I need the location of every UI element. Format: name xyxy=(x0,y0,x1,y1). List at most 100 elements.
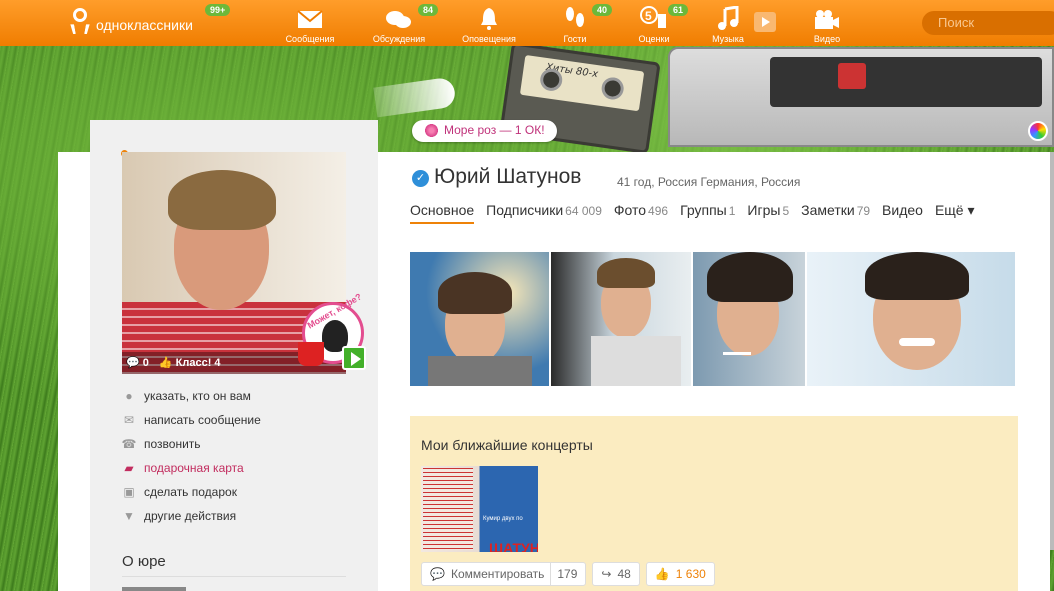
tab-count: 1 xyxy=(728,204,736,218)
tab-label: Основное xyxy=(410,202,475,218)
tab-label: Видео xyxy=(882,202,923,218)
avatar-klass-count: Класс! 4 xyxy=(175,357,221,369)
promo-label: Море роз — 1 ОК! xyxy=(444,123,545,137)
svg-text:5: 5 xyxy=(645,9,652,23)
about-thumbnail[interactable] xyxy=(122,587,186,591)
tab-count: 64 009 xyxy=(565,204,602,218)
music-note-icon xyxy=(718,6,739,30)
action-label: написать сообщение xyxy=(144,413,261,427)
nav-label: Музыка xyxy=(712,34,744,44)
share-count: 48 xyxy=(617,567,631,581)
klass-button[interactable]: 👍 1 630 xyxy=(645,562,715,586)
profile-name: Юрий Шатунов xyxy=(434,165,582,188)
tab-count: 496 xyxy=(648,204,669,218)
nav-label: Обсуждения xyxy=(372,34,426,44)
profile-tabs: Основное Подписчики 64 009 Фото 496 Группы… xyxy=(410,202,975,224)
nav-music[interactable]: Музыка xyxy=(693,4,763,44)
action-label: сделать подарок xyxy=(144,485,237,499)
verified-check-icon: ✓ xyxy=(412,170,429,187)
tab-label: Заметки xyxy=(801,202,855,218)
tab-subscribers[interactable]: Подписчики 64 009 xyxy=(486,202,602,224)
nav-label: Оповещения xyxy=(462,34,516,44)
avatar-comments[interactable]: 💬 0 xyxy=(126,356,149,374)
avatar-klass[interactable]: 👍 Класс! 4 xyxy=(159,356,221,374)
person-pin-icon: ● xyxy=(125,389,133,403)
comment-count: 179 xyxy=(557,567,578,581)
rating-5-icon: 5 xyxy=(640,6,666,28)
action-label: другие действия xyxy=(144,509,237,523)
action-relationship[interactable]: ● указать, кто он вам xyxy=(122,384,362,408)
profile-photo[interactable] xyxy=(693,252,805,386)
site-logo[interactable]: одноклассники xyxy=(70,8,193,36)
recorder-record-key xyxy=(838,63,866,89)
action-make-gift[interactable]: ▣ сделать подарок xyxy=(122,480,362,504)
page-scrollbar[interactable] xyxy=(1050,152,1054,550)
nav-label: Оценки xyxy=(638,34,670,44)
logo-badge: 99+ xyxy=(205,4,231,16)
nav-label: Сообщения xyxy=(285,34,335,44)
action-label: позвонить xyxy=(144,437,201,451)
search-input[interactable]: Поиск xyxy=(922,11,1054,35)
poster-title: ШАТУН xyxy=(489,540,538,552)
action-call[interactable]: ☎ позвонить xyxy=(122,432,362,456)
nav-badge-guests: 40 xyxy=(592,4,613,16)
tab-more[interactable]: Ещё ▾ xyxy=(935,202,975,224)
action-label: подарочная карта xyxy=(144,461,244,475)
tab-count: 79 xyxy=(856,204,871,218)
poster-caption: Кумир двух по xyxy=(483,516,523,522)
tab-label: Подписчики xyxy=(486,202,564,218)
nav-badge-discussions: 84 xyxy=(418,4,439,16)
tab-games[interactable]: Игры 5 xyxy=(747,202,789,224)
share-button[interactable]: ↪ 48 xyxy=(592,562,640,586)
nav-label: Гости xyxy=(563,34,587,44)
tab-notes[interactable]: Заметки 79 xyxy=(801,202,870,224)
tab-groups[interactable]: Группы 1 xyxy=(680,202,735,224)
nav-video[interactable]: Видео xyxy=(792,4,862,44)
action-other[interactable]: ▼ другие действия xyxy=(122,504,362,528)
promo-roses-link[interactable]: Море роз — 1 ОК! xyxy=(412,120,557,142)
poster-dates-list xyxy=(423,468,473,550)
tab-label: Фото xyxy=(613,202,647,218)
theme-color-button[interactable] xyxy=(1028,121,1048,141)
profile-photo[interactable] xyxy=(551,252,691,386)
comment-icon: 💬 xyxy=(430,567,445,581)
tape-recorder-decoration xyxy=(668,47,1054,147)
action-gift-card[interactable]: ▰ подарочная карта xyxy=(122,456,362,480)
tab-label: Ещё ▾ xyxy=(934,202,975,218)
tab-video[interactable]: Видео xyxy=(882,202,923,224)
rose-icon xyxy=(424,123,439,138)
tab-label: Группы xyxy=(680,202,727,218)
triangle-down-icon: ▼ xyxy=(123,509,135,523)
tab-main[interactable]: Основное xyxy=(410,202,475,224)
gift-card-icon: ▰ xyxy=(124,461,134,475)
envelope-icon: ✉ xyxy=(123,413,135,427)
logo-text: одноклассники xyxy=(96,17,193,33)
concerts-title: Мои ближайшие концерты xyxy=(421,437,593,453)
nav-messages[interactable]: Сообщения xyxy=(275,4,345,44)
action-send-message[interactable]: ✉ написать сообщение xyxy=(122,408,362,432)
top-navigation-bar: одноклассники 99+ Сообщения Обсуждения 8… xyxy=(0,0,1054,46)
tab-photos[interactable]: Фото 496 xyxy=(614,202,668,224)
share-icon: ↪ xyxy=(601,567,612,581)
nav-notifications[interactable]: Оповещения xyxy=(454,4,524,44)
gift-icon: ▣ xyxy=(123,485,135,499)
envelope-icon xyxy=(297,10,323,28)
profile-photo[interactable] xyxy=(410,252,549,386)
tab-label: Игры xyxy=(747,202,781,218)
concert-poster[interactable]: Кумир двух по ШАТУН xyxy=(421,466,538,552)
ok-logo-icon xyxy=(70,8,90,36)
about-heading[interactable]: О юре xyxy=(122,553,346,577)
profile-photo[interactable] xyxy=(807,252,1015,386)
bell-icon xyxy=(481,8,497,30)
profile-meta: 41 год, Россия Германия, Россия xyxy=(617,175,801,189)
concerts-post: Мои ближайшие концерты Кумир двух по ШАТ… xyxy=(410,416,1018,591)
avatar-comments-count: 0 xyxy=(142,357,149,369)
play-icon[interactable] xyxy=(342,346,366,370)
recorder-keys xyxy=(770,57,1042,107)
chat-bubbles-icon xyxy=(386,11,411,28)
video-camera-icon xyxy=(815,10,839,29)
post-actions: 💬 Комментировать 179 ↪ 48 👍 1 630 xyxy=(421,562,715,586)
comment-button[interactable]: 💬 Комментировать 179 xyxy=(421,562,587,586)
music-play-icon[interactable] xyxy=(754,12,776,32)
profile-actions-list: ● указать, кто он вам ✉ написать сообщен… xyxy=(122,384,362,528)
